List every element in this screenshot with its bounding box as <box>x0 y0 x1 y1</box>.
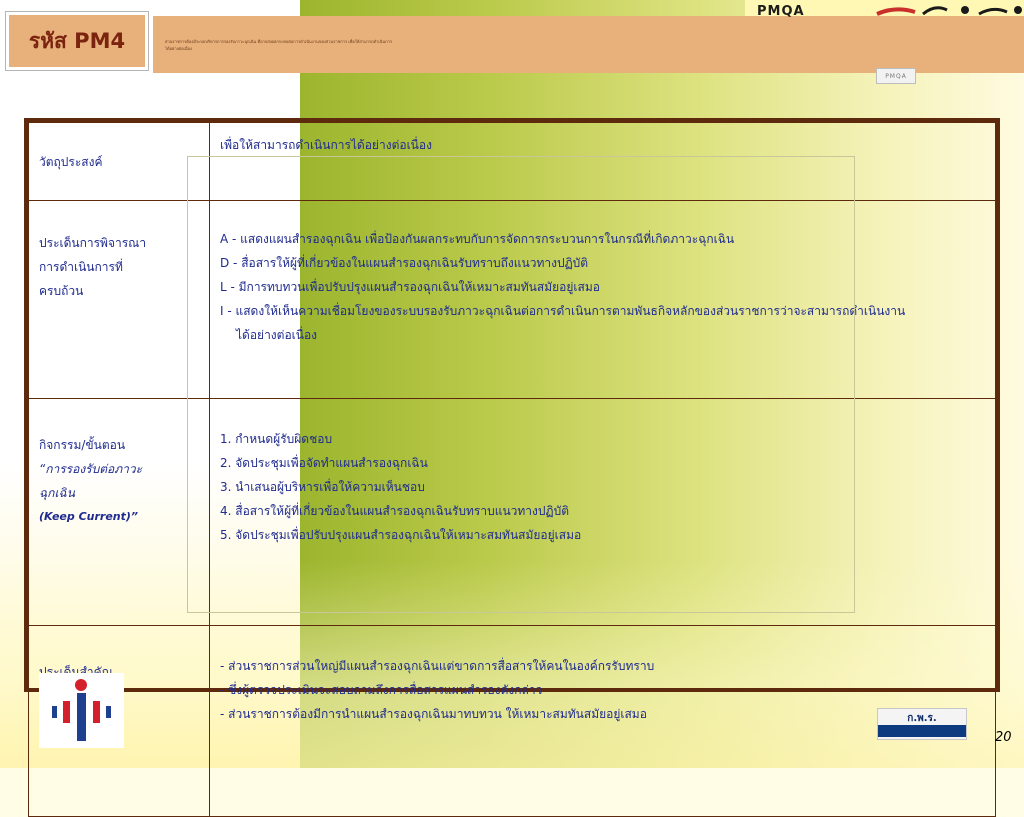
table-row: ประเด็นสำคัญ - ส่วนราชการส่วนใหญ่มีแผนสำ… <box>28 625 996 817</box>
opdc-logo <box>39 673 124 748</box>
label-line: กิจกรรม/ขั้นตอน <box>39 438 126 452</box>
row-label: วัตถุประสงค์ <box>28 122 210 201</box>
content-line: A - แสดงแผนสำรองฉุกเฉิน เพื่อป้องกันผลกร… <box>220 232 735 246</box>
content-line: 1. กำหนดผู้รับผิดชอบ <box>220 432 333 446</box>
row-label: กิจกรรม/ขั้นตอน “การรองรับต่อภาวะ ฉุกเฉิ… <box>28 398 210 626</box>
row-content: เพื่อให้สามารถดำเนินการได้อย่างต่อเนื่อง <box>209 122 996 201</box>
row-content: 1. กำหนดผู้รับผิดชอบ 2. จัดประชุมเพื่อจั… <box>209 398 996 626</box>
code-label-box: รหัส PM4 <box>5 11 149 71</box>
table-row: วัตถุประสงค์ เพื่อให้สามารถดำเนินการได้อ… <box>28 122 996 201</box>
content-line: 4. สื่อสารให้ผู้ที่เกี่ยวข้องในแผนสำรองฉ… <box>220 504 569 518</box>
content-line: 3. นำเสนอผู้บริหารเพื่อให้ความเห็นชอบ <box>220 480 425 494</box>
label-line: ประเด็นการพิจารณา <box>39 236 147 250</box>
ocsc-logo-text: ก.พ.ร. <box>907 713 937 724</box>
content-line: - ซึ่งผู้ตรวจประเมินจะสอบถามถึงการสื่อสา… <box>220 683 543 697</box>
label-line: “การรองรับต่อภาวะ <box>39 462 143 476</box>
content-line: 5. จัดประชุมเพื่อปรับปรุงแผนสำรองฉุกเฉิน… <box>220 528 582 542</box>
pmqa-swoosh-icon <box>876 6 1022 16</box>
content-table: วัตถุประสงค์ เพื่อให้สามารถดำเนินการได้อ… <box>24 118 1000 817</box>
content-line: - ส่วนราชการส่วนใหญ่มีแผนสำรองฉุกเฉินแต่… <box>220 659 655 673</box>
content-line: I - แสดงให้เห็นความเชื่อมโยงของระบบรองรั… <box>220 304 906 318</box>
row-label: ประเด็นการพิจารณา การดำเนินการที่ ครบถ้ว… <box>28 200 210 399</box>
pmqa-label: PMQA <box>757 4 805 19</box>
ocsc-logo-icon: ก.พ.ร. <box>877 708 967 740</box>
page-number: 20 <box>995 730 1012 745</box>
content-line: - ส่วนราชการต้องมีการนำแผนสำรองฉุกเฉินมา… <box>220 707 647 721</box>
content-line: เพื่อให้สามารถดำเนินการได้อย่างต่อเนื่อง <box>220 138 432 152</box>
code-label: รหัส PM4 <box>28 28 126 53</box>
content-line: ได้อย่างต่อเนื่อง <box>236 328 318 342</box>
label-line: การดำเนินการที่ <box>39 260 123 274</box>
row-content: A - แสดงแผนสำรองฉุกเฉิน เพื่อป้องกันผลกร… <box>209 200 996 399</box>
table-row: ประเด็นการพิจารณา การดำเนินการที่ ครบถ้ว… <box>28 200 996 399</box>
content-line: 2. จัดประชุมเพื่อจัดทำแผนสำรองฉุกเฉิน <box>220 456 428 470</box>
opdc-logo-icon <box>52 679 111 741</box>
ocsc-logo-band <box>878 725 966 737</box>
header-description: ส่วนราชการต้องมีระบบบริหารการรองรับภาวะฉ… <box>165 39 393 51</box>
label-line: ครบถ้วน <box>39 284 84 298</box>
content-line: D - สื่อสารให้ผู้ที่เกี่ยวข้องในแผนสำรอง… <box>220 256 589 270</box>
content-line: L - มีการทบทวนเพื่อปรับปรุงแผนสำรองฉุกเฉ… <box>220 280 600 294</box>
label-line: ฉุกเฉิน <box>39 486 75 500</box>
label-line: วัตถุประสงค์ <box>39 154 103 169</box>
table-row: กิจกรรม/ขั้นตอน “การรองรับต่อภาวะ ฉุกเฉิ… <box>28 398 996 626</box>
pmqa-badge: PMQA <box>876 68 916 84</box>
label-line: (Keep Current)” <box>39 510 138 523</box>
